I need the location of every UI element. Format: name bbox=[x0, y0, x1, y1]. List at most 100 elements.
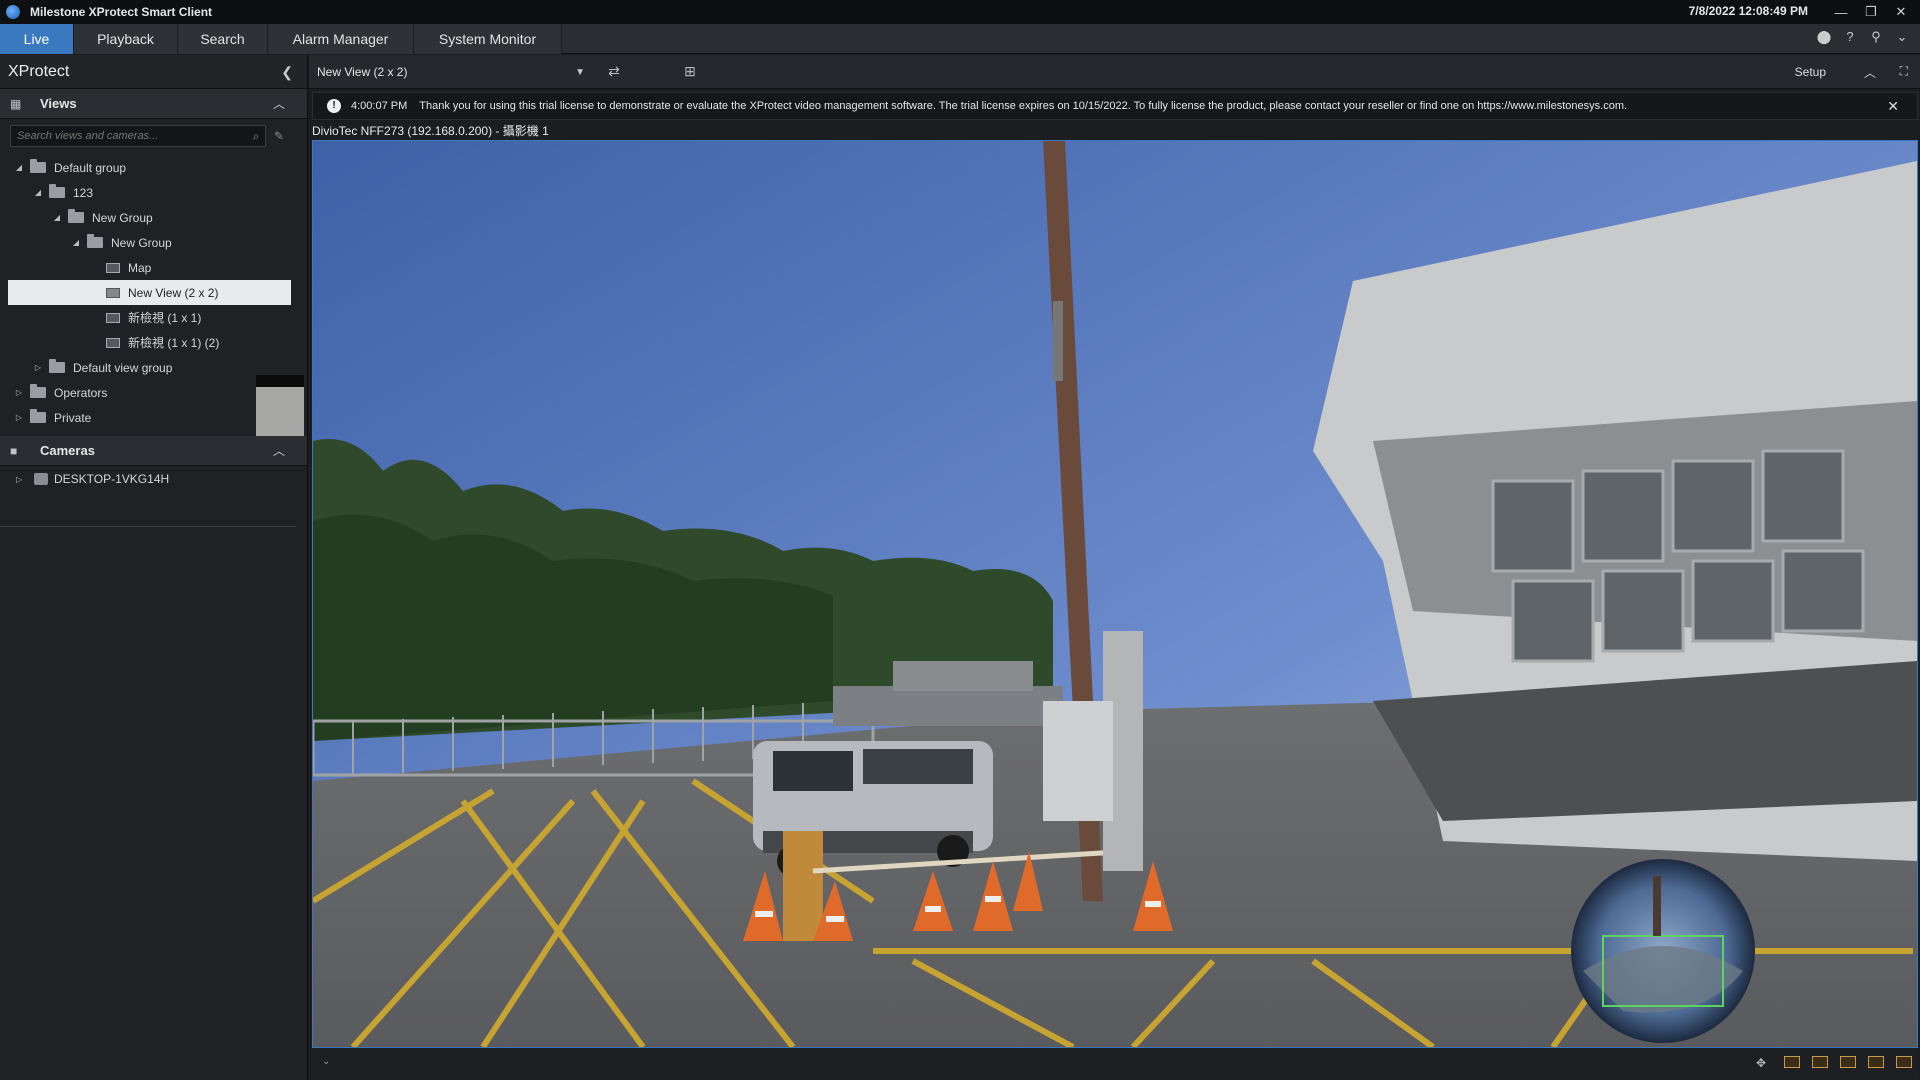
ptz-icon[interactable]: ✥ bbox=[1756, 1056, 1772, 1070]
help-icon[interactable]: ? bbox=[1842, 29, 1858, 47]
camera-title: DivioTec NFF273 (192.168.0.200) - 攝影機 1 bbox=[312, 124, 549, 138]
layout-2x2-icon[interactable] bbox=[1840, 1056, 1856, 1068]
host-label: DESKTOP-1VKG14H bbox=[54, 472, 170, 486]
camera-bottom-bar: ⌄ ✥ bbox=[312, 1048, 1918, 1078]
panel-title: XProtect bbox=[8, 62, 70, 80]
folder-icon bbox=[49, 184, 65, 198]
window-controls: — ❐ ✕ bbox=[1826, 0, 1916, 24]
expand-arrow-icon[interactable]: ◢ bbox=[71, 238, 81, 247]
tree-item-new-view-2x2[interactable]: New View (2 x 2) bbox=[8, 280, 291, 305]
expand-controls-icon[interactable]: ⌄ bbox=[322, 1056, 330, 1067]
tab-alarm-manager[interactable]: Alarm Manager bbox=[268, 24, 414, 54]
folder-icon bbox=[87, 234, 103, 248]
panel-divider bbox=[0, 526, 296, 527]
collapse-panel-icon[interactable]: ❮ bbox=[281, 64, 293, 81]
grid-icon: ▦ bbox=[10, 96, 22, 111]
tree-item-host[interactable]: ▷ DESKTOP-1VKG14H bbox=[0, 466, 307, 492]
close-notice-icon[interactable]: ✕ bbox=[1887, 98, 1899, 115]
tree-item-label: Default view group bbox=[73, 360, 173, 375]
tree-item-label: New View (2 x 2) bbox=[128, 285, 219, 300]
cameras-section-header[interactable]: ■ Cameras ︿ bbox=[0, 436, 307, 466]
expand-arrow-icon[interactable]: ◢ bbox=[14, 163, 24, 172]
layout-3x3-icon[interactable] bbox=[1868, 1056, 1884, 1068]
camera-image bbox=[313, 141, 1917, 1047]
camera-icon: ■ bbox=[10, 443, 18, 458]
search-icon[interactable]: ⌕ bbox=[247, 129, 265, 144]
clock: 7/8/2022 12:08:49 PM bbox=[1688, 4, 1808, 18]
tree-item-label: Operators bbox=[54, 385, 108, 400]
view-icon bbox=[106, 337, 120, 348]
tree-item-new-group[interactable]: ◢ New Group bbox=[0, 205, 307, 230]
tree-item-label: 123 bbox=[73, 185, 94, 200]
tree-item-view-1x1-2[interactable]: 新檢視 (1 x 1) (2) bbox=[0, 330, 307, 355]
expand-arrow-icon[interactable]: ▷ bbox=[16, 475, 26, 484]
expand-arrow-icon[interactable]: ▷ bbox=[14, 413, 24, 422]
layout-1x1-icon[interactable] bbox=[1784, 1056, 1800, 1068]
pin-icon[interactable]: ⚲ bbox=[1868, 29, 1884, 47]
app-title: Milestone XProtect Smart Client bbox=[30, 5, 213, 19]
restore-button[interactable]: ❐ bbox=[1856, 0, 1886, 24]
milestone-logo-icon bbox=[6, 5, 20, 19]
tab-playback[interactable]: Playback bbox=[74, 24, 178, 54]
collapse-toolbar-icon[interactable]: ︿ bbox=[1864, 64, 1876, 81]
tree-item-123[interactable]: ◢ 123 bbox=[0, 180, 307, 205]
tree-item-label: Map bbox=[128, 260, 152, 275]
tree-item-label: New Group bbox=[92, 210, 153, 225]
view-preview-thumbnail bbox=[256, 387, 304, 439]
expand-arrow-icon[interactable]: ◢ bbox=[33, 188, 43, 197]
current-view-label: New View (2 x 2) bbox=[317, 65, 408, 79]
view-selector[interactable]: New View (2 x 2) ▼ bbox=[317, 63, 585, 81]
expand-arrow-icon[interactable]: ▷ bbox=[33, 363, 43, 372]
notice-time: 4:00:07 PM bbox=[351, 100, 408, 112]
expand-arrow-icon[interactable]: ▷ bbox=[14, 388, 24, 397]
minimize-button[interactable]: — bbox=[1826, 0, 1856, 24]
info-icon: ! bbox=[327, 99, 341, 113]
setup-button[interactable]: Setup bbox=[1795, 65, 1826, 79]
tab-search[interactable]: Search bbox=[178, 24, 268, 54]
tree-item-label: 新檢視 (1 x 1) (2) bbox=[128, 336, 220, 350]
fullscreen-icon[interactable]: ⛶ bbox=[1900, 64, 1908, 79]
tree-item-map[interactable]: Map bbox=[0, 255, 307, 280]
tree-item-label: Private bbox=[54, 410, 92, 425]
tree-item-view-1x1[interactable]: 新檢視 (1 x 1) bbox=[0, 305, 307, 330]
folder-icon bbox=[30, 159, 46, 173]
layout-icons: ✥ bbox=[1756, 1056, 1912, 1070]
close-button[interactable]: ✕ bbox=[1886, 0, 1916, 24]
notice-text: Thank you for using this trial license t… bbox=[419, 100, 1628, 112]
dropdown-caret-icon[interactable]: ▼ bbox=[575, 67, 585, 78]
views-search-input[interactable] bbox=[11, 130, 247, 142]
view-toolbar: New View (2 x 2) ▼ ⇄ ⊞ Setup ︿ ⛶ bbox=[309, 55, 1920, 89]
license-notice: ! 4:00:07 PM Thank you for using this tr… bbox=[312, 92, 1918, 120]
tab-system-monitor[interactable]: System Monitor bbox=[414, 24, 562, 54]
view-icon bbox=[106, 312, 120, 323]
layout-4x4-icon[interactable] bbox=[1896, 1056, 1912, 1068]
zoom-view-icon[interactable]: ⊞ bbox=[681, 63, 699, 81]
swap-view-icon[interactable]: ⇄ bbox=[605, 63, 623, 81]
tree-item-label: Default group bbox=[54, 160, 127, 175]
expand-arrow-icon[interactable]: ◢ bbox=[52, 213, 62, 222]
top-right-icons: ⬤ ? ⚲ ⌄ bbox=[1816, 29, 1910, 47]
views-label: Views bbox=[40, 96, 77, 111]
tree-item-label: 新檢視 (1 x 1) bbox=[128, 311, 202, 325]
menu-chevron-icon[interactable]: ⌄ bbox=[1894, 29, 1910, 47]
cameras-label: Cameras bbox=[40, 443, 95, 458]
status-indicator-icon[interactable]: ⬤ bbox=[1816, 29, 1832, 47]
views-search-box: ⌕ bbox=[10, 125, 266, 147]
folder-icon bbox=[68, 209, 84, 223]
folder-icon bbox=[30, 384, 46, 398]
layout-2x1-icon[interactable] bbox=[1812, 1056, 1828, 1068]
views-search-row: ⌕ ✎ bbox=[0, 119, 307, 153]
collapse-cameras-icon[interactable]: ︿ bbox=[273, 442, 285, 459]
tree-item-new-group-nested[interactable]: ◢ New Group bbox=[0, 230, 307, 255]
views-section-header[interactable]: ▦ Views ︿ bbox=[0, 89, 307, 119]
panel-header: XProtect ❮ bbox=[0, 55, 307, 89]
view-preview-dark bbox=[256, 375, 304, 387]
tree-item-default-group[interactable]: ◢ Default group bbox=[0, 155, 307, 180]
tab-live[interactable]: Live bbox=[0, 24, 74, 54]
main-tabs: Live Playback Search Alarm Manager Syste… bbox=[0, 24, 1920, 54]
camera-video-feed[interactable] bbox=[312, 140, 1918, 1048]
view-icon bbox=[106, 287, 120, 298]
filter-icon[interactable]: ✎ bbox=[274, 129, 284, 143]
folder-icon bbox=[30, 409, 46, 423]
collapse-views-icon[interactable]: ︿ bbox=[273, 95, 285, 112]
